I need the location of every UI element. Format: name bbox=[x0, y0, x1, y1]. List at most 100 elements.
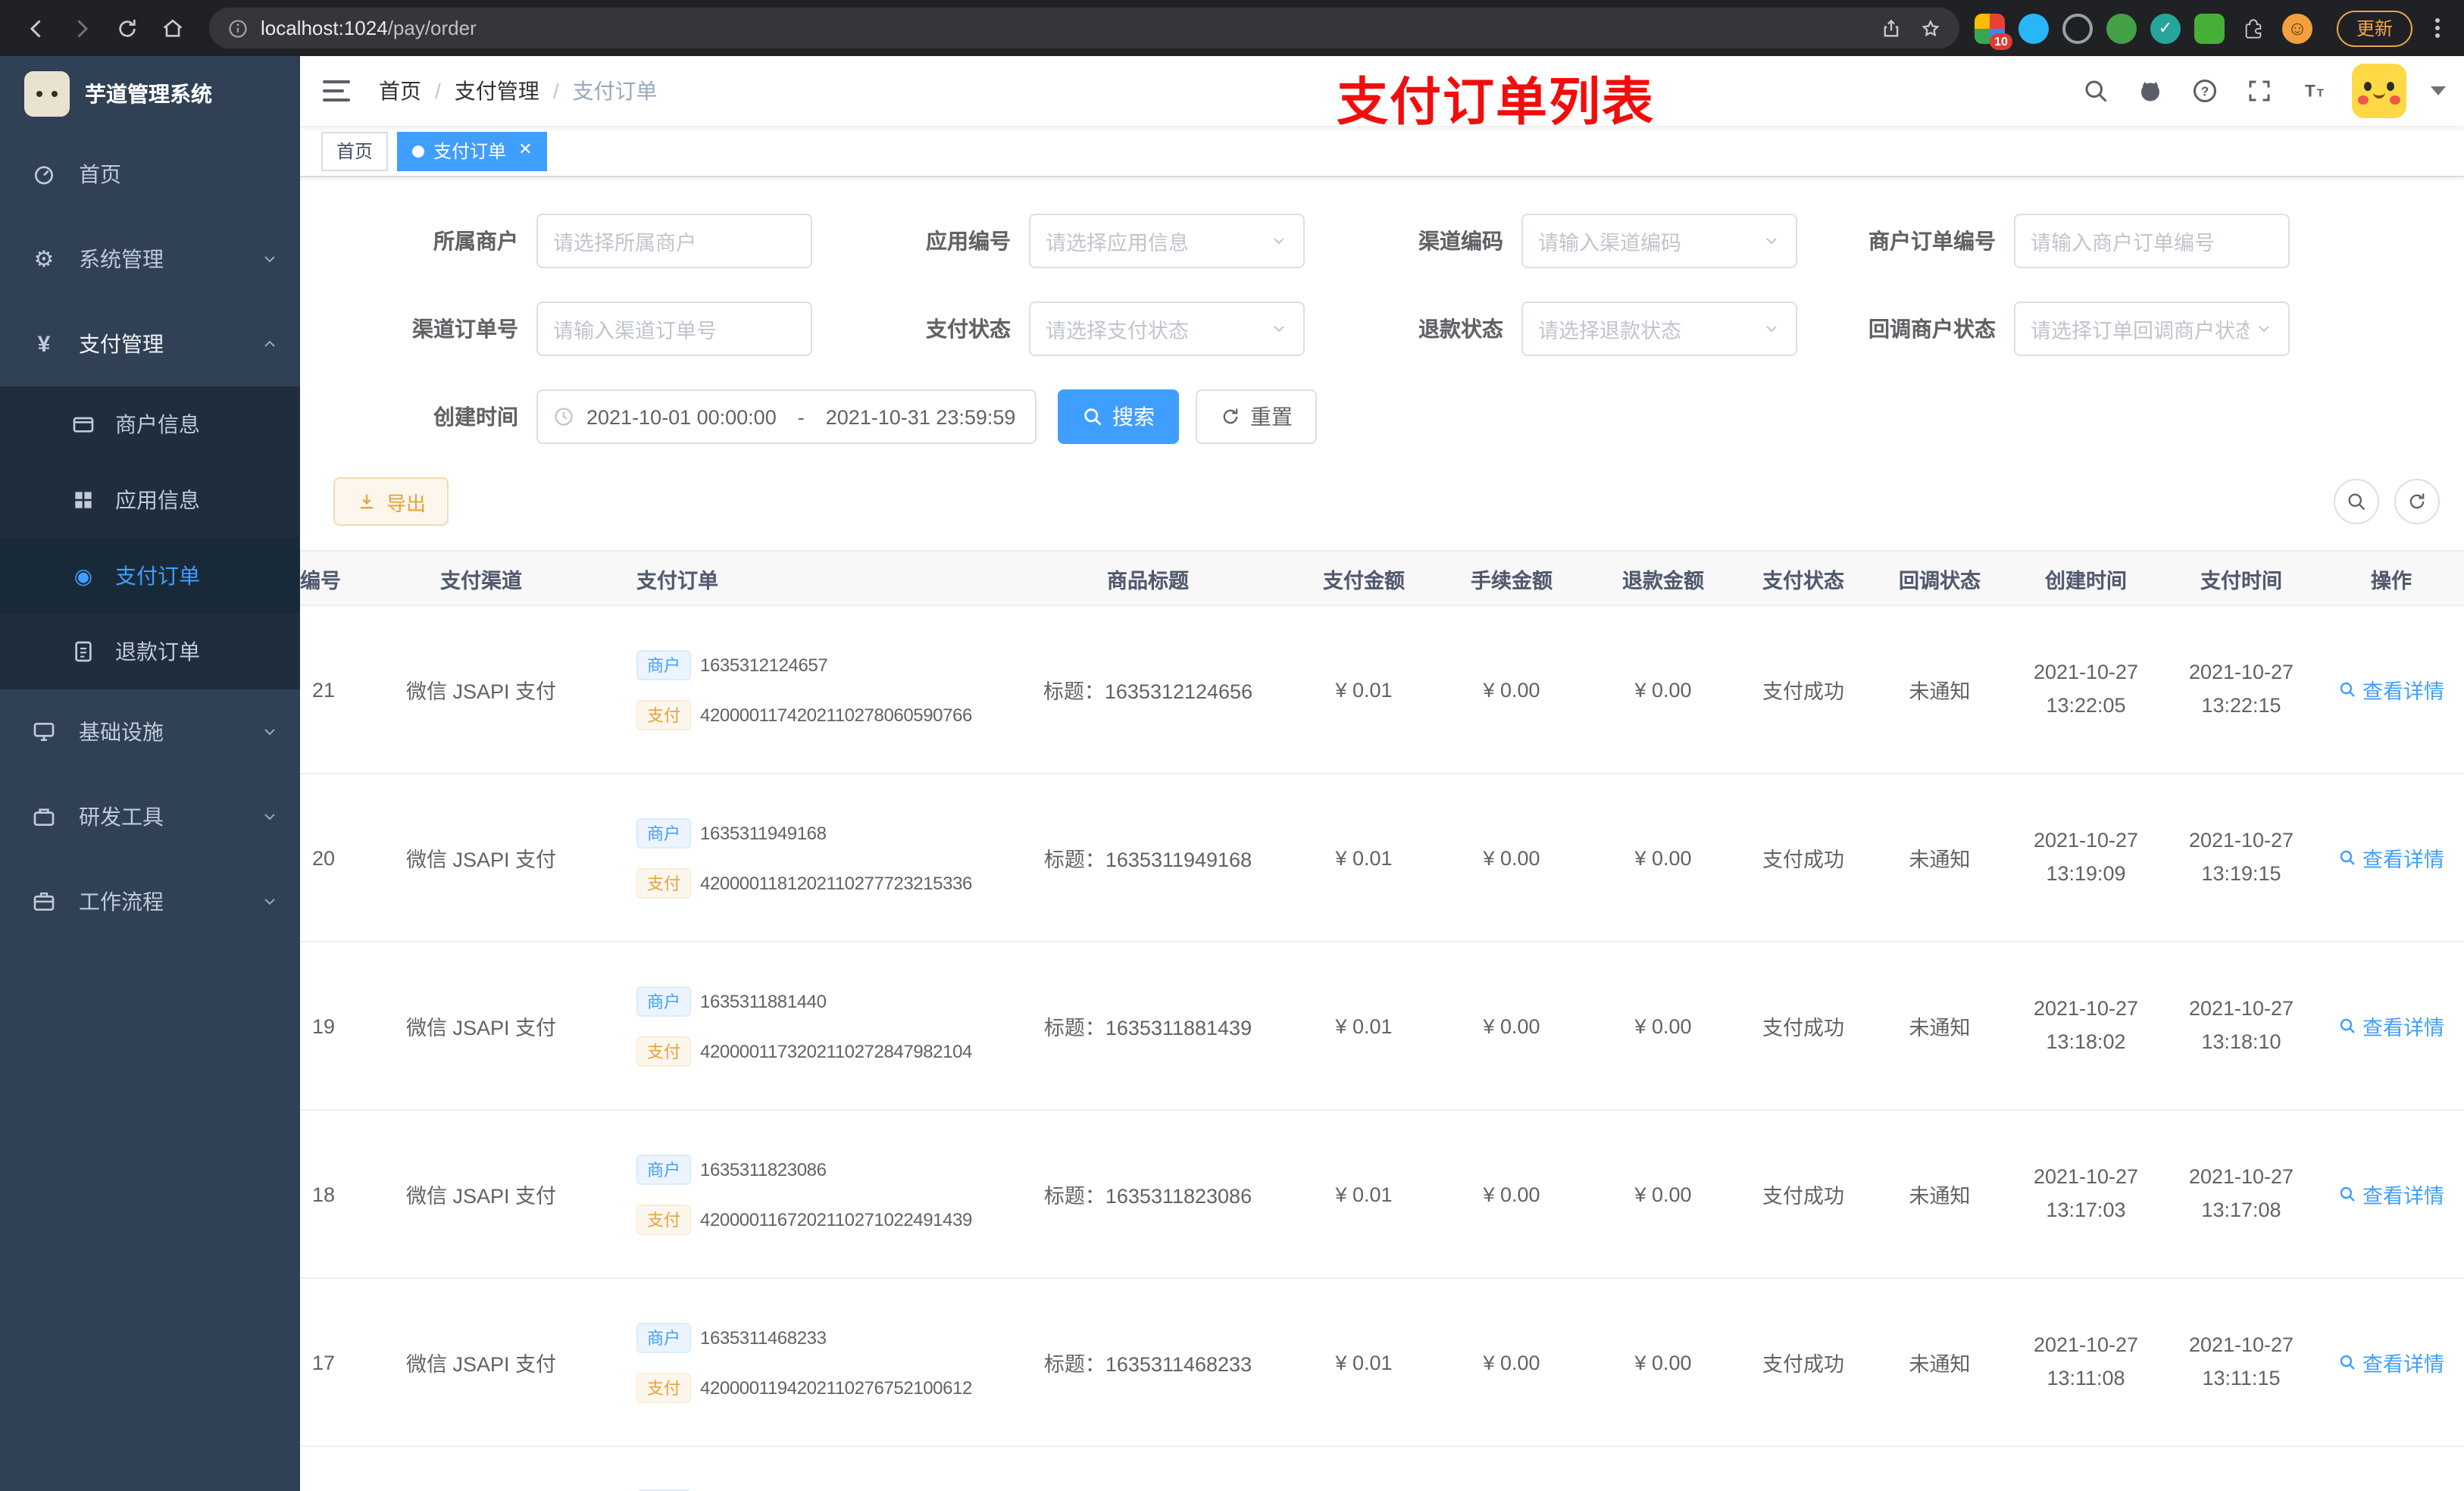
filter-field: 所属商户 请选择所属商户 bbox=[320, 214, 812, 268]
filter-field: 渠道订单号 请输入渠道订单号 bbox=[320, 302, 812, 356]
table-row-partial[interactable]: 商户 1635311157136 bbox=[300, 1446, 2464, 1491]
github-icon[interactable] bbox=[2134, 74, 2167, 108]
sidebar-item-merchant-info[interactable]: 商户信息 bbox=[0, 386, 300, 462]
extension-grid-icon[interactable]: 10 bbox=[1974, 13, 2012, 49]
filter-placeholder: 请输入商户订单编号 bbox=[2031, 232, 2215, 255]
export-button-label: 导出 bbox=[386, 492, 427, 514]
table-toolbar: 导出 bbox=[300, 444, 2464, 538]
browser-back-icon[interactable] bbox=[15, 7, 58, 49]
app-logo-row[interactable]: 芋道管理系统 bbox=[0, 56, 300, 132]
filter-label: 回调商户状态 bbox=[1868, 317, 1996, 341]
font-size-icon[interactable]: TT bbox=[2297, 74, 2331, 108]
sidebar: 芋道管理系统 首页 ⚙ 系统管理 ¥ 支付管理 商户信息 应用信息 ◉ 支付订单… bbox=[0, 56, 300, 1491]
filter-control[interactable]: 请输入渠道编码 bbox=[1521, 214, 1797, 268]
filter-control[interactable]: 请输入渠道订单号 bbox=[536, 302, 812, 356]
filter-control[interactable]: 请选择退款状态 bbox=[1521, 302, 1797, 356]
table-row[interactable]: 17 微信 JSAPI 支付 商户 1635311468233 支付 42000… bbox=[300, 1278, 2464, 1447]
url-bar[interactable]: localhost:1024/pay/order bbox=[209, 8, 1959, 48]
filter-placeholder: 请选择支付状态 bbox=[1046, 320, 1189, 342]
channel-pay-no: 4200001194202110276752100612 bbox=[700, 1377, 972, 1398]
view-detail-link[interactable]: 查看详情 bbox=[2338, 842, 2444, 873]
merchant-order-no: 1635311881440 bbox=[700, 990, 827, 1011]
extension-ring-icon[interactable] bbox=[2062, 13, 2093, 43]
avatar-caret-icon[interactable] bbox=[2431, 86, 2446, 95]
cell-refund: ¥ 0.00 bbox=[1591, 774, 1735, 942]
merchant-order-no: 1635312124657 bbox=[700, 654, 828, 675]
col-id: 编号 bbox=[300, 550, 341, 606]
extension-smiley-icon[interactable]: ☺ bbox=[2281, 13, 2312, 43]
svg-text:?: ? bbox=[2201, 83, 2209, 98]
chevron-down-icon bbox=[261, 808, 279, 826]
view-detail-link[interactable]: 查看详情 bbox=[2338, 1011, 2444, 1041]
sidebar-item-home[interactable]: 首页 bbox=[0, 132, 300, 217]
help-icon[interactable]: ? bbox=[2188, 74, 2222, 108]
browser-home-icon[interactable] bbox=[152, 7, 194, 49]
sidebar-item-system[interactable]: ⚙ 系统管理 bbox=[0, 217, 300, 302]
browser-forward-icon[interactable] bbox=[61, 7, 103, 49]
sidebar-item-dev-tools[interactable]: 研发工具 bbox=[0, 774, 300, 859]
reset-button[interactable]: 重置 bbox=[1196, 389, 1317, 444]
extension-drop-icon[interactable] bbox=[2018, 13, 2049, 43]
filter-control[interactable]: 请选择应用信息 bbox=[1029, 214, 1305, 268]
view-detail-link[interactable]: 查看详情 bbox=[2338, 1179, 2444, 1209]
breadcrumb-home[interactable]: 首页 bbox=[379, 76, 421, 106]
create-time-range[interactable]: 2021-10-01 00:00:00 - 2021-10-31 23:59:5… bbox=[536, 389, 1037, 444]
sidebar-item-payment[interactable]: ¥ 支付管理 bbox=[0, 302, 300, 386]
sidebar-item-label: 支付订单 bbox=[115, 564, 200, 588]
site-info-icon[interactable] bbox=[227, 17, 249, 39]
chevron-up-icon bbox=[261, 335, 279, 353]
cell-title: 标题：1635311881439 bbox=[1000, 942, 1296, 1111]
filter-control[interactable]: 请选择所属商户 bbox=[536, 214, 812, 268]
filter-control[interactable]: 请选择支付状态 bbox=[1029, 302, 1305, 356]
tab-home[interactable]: 首页 bbox=[321, 131, 389, 170]
filter-placeholder: 请选择退款状态 bbox=[1538, 320, 1681, 342]
screen: localhost:1024/pay/order 10 ✓ ☺ 更新 芋道管理系… bbox=[0, 0, 2464, 1491]
cell-pay-time: 2021-10-27 13:11:15 bbox=[2164, 1278, 2319, 1447]
filter-control[interactable]: 请选择订单回调商户状态 bbox=[2014, 302, 2290, 356]
browser-reload-icon[interactable] bbox=[106, 7, 149, 49]
extension-green-icon[interactable] bbox=[2106, 13, 2137, 43]
export-button[interactable]: 导出 bbox=[333, 477, 449, 526]
search-icon[interactable] bbox=[2079, 74, 2112, 108]
extensions-pin-icon[interactable] bbox=[2238, 13, 2269, 43]
cell-pay-order: 商户 1635311949168 支付 42000011812021102777… bbox=[621, 774, 1000, 942]
user-avatar[interactable] bbox=[2352, 64, 2406, 118]
filter-control[interactable]: 请输入商户订单编号 bbox=[2014, 214, 2290, 268]
cell-create-time: 2021-10-27 13:18:02 bbox=[2008, 942, 2164, 1111]
chevron-down-icon bbox=[2255, 320, 2273, 338]
sidebar-item-infra[interactable]: 基础设施 bbox=[0, 689, 300, 774]
sidebar-item-pay-order[interactable]: ◉ 支付订单 bbox=[0, 538, 300, 614]
refresh-icon[interactable] bbox=[2394, 479, 2440, 524]
view-detail-link[interactable]: 查看详情 bbox=[2338, 674, 2444, 705]
table-row[interactable]: 19 微信 JSAPI 支付 商户 1635311881440 支付 42000… bbox=[300, 942, 2464, 1111]
sidebar-item-workflow[interactable]: 工作流程 bbox=[0, 859, 300, 944]
sidebar-toggle-icon[interactable] bbox=[315, 68, 361, 114]
cell-create-time: 2021-10-27 13:22:05 bbox=[2008, 605, 2164, 774]
breadcrumb-pay-mgmt[interactable]: 支付管理 bbox=[455, 76, 539, 106]
search-button[interactable]: 搜索 bbox=[1058, 389, 1179, 444]
table-row[interactable]: 20 微信 JSAPI 支付 商户 1635311949168 支付 42000… bbox=[300, 774, 2464, 942]
extension-check-icon[interactable]: ✓ bbox=[2150, 13, 2181, 43]
bookmark-star-icon[interactable] bbox=[1920, 17, 1941, 39]
col-fee: 手续金额 bbox=[1432, 550, 1591, 606]
filter-placeholder: 请选择应用信息 bbox=[1046, 232, 1189, 255]
sidebar-item-app-info[interactable]: 应用信息 bbox=[0, 462, 300, 538]
sidebar-item-label: 支付管理 bbox=[79, 332, 164, 356]
filter-label: 退款状态 bbox=[1418, 317, 1503, 341]
cell-notify: 未通知 bbox=[1871, 942, 2008, 1111]
sidebar-item-label: 基础设施 bbox=[79, 720, 164, 744]
sidebar-item-refund-order[interactable]: 退款订单 bbox=[0, 614, 300, 689]
table-row[interactable]: 18 微信 JSAPI 支付 商户 1635311823086 支付 42000… bbox=[300, 1110, 2464, 1279]
close-icon[interactable]: ✕ bbox=[518, 142, 532, 159]
app-logo bbox=[24, 71, 70, 117]
fullscreen-icon[interactable] bbox=[2243, 74, 2276, 108]
browser-update-button[interactable]: 更新 bbox=[2336, 10, 2412, 46]
extension-chat-icon[interactable] bbox=[2194, 13, 2225, 43]
chevron-down-icon bbox=[1762, 320, 1781, 338]
table-row[interactable]: 21 微信 JSAPI 支付 商户 1635312124657 支付 42000… bbox=[300, 605, 2464, 774]
browser-menu-icon[interactable] bbox=[2425, 18, 2449, 38]
toggle-search-icon[interactable] bbox=[2334, 479, 2379, 524]
tab-pay-order[interactable]: 支付订单 ✕ bbox=[397, 131, 548, 170]
share-icon[interactable] bbox=[1881, 17, 1902, 39]
view-detail-link[interactable]: 查看详情 bbox=[2338, 1347, 2444, 1377]
